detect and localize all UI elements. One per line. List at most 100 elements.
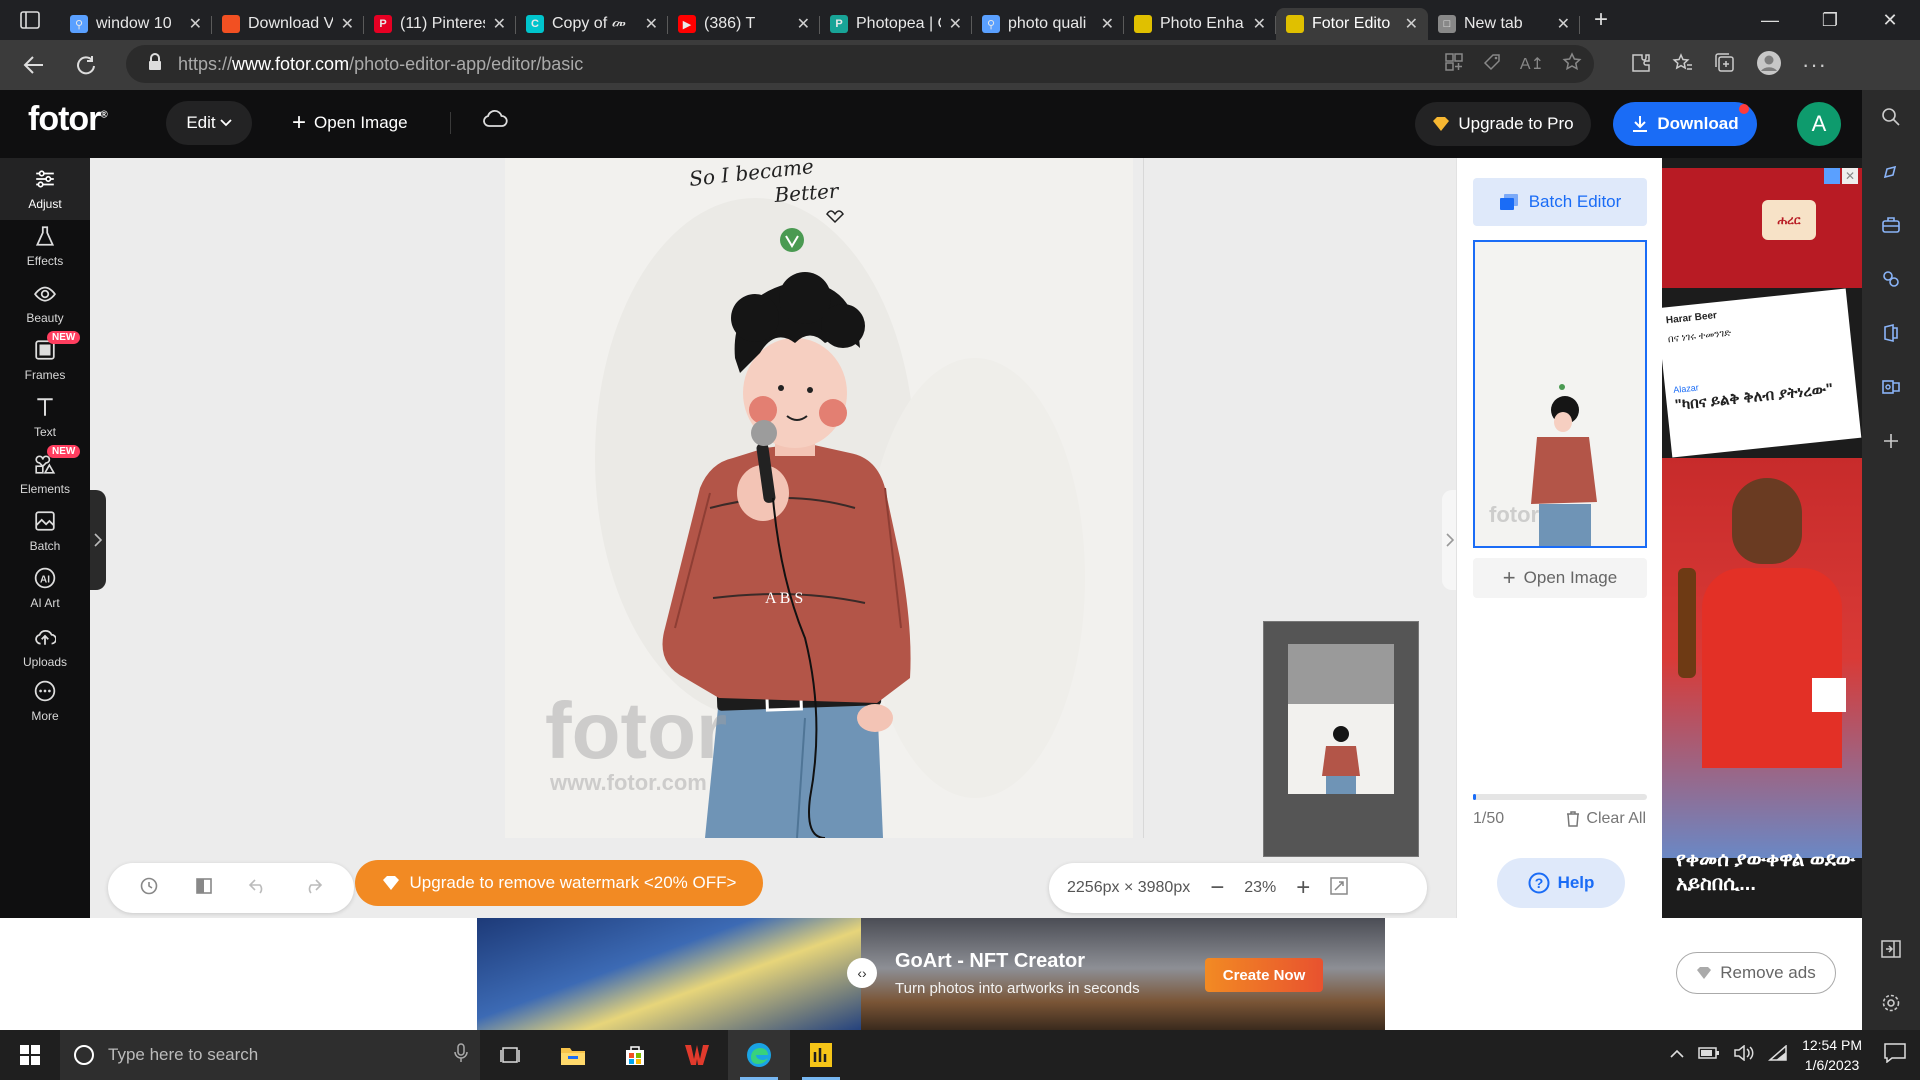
taskbar-wps[interactable]: [666, 1030, 728, 1080]
photo-canvas[interactable]: A B S So I became Better fotor www.fotor…: [505, 158, 1133, 838]
close-window-button[interactable]: ✕: [1860, 0, 1920, 40]
navigator-minimap[interactable]: [1263, 621, 1419, 857]
browser-tab[interactable]: P Photopea | C ✕: [820, 8, 972, 40]
browser-tab[interactable]: □ New tab ✕: [1428, 8, 1580, 40]
ad-create-now-button[interactable]: Create Now: [1205, 958, 1323, 992]
tool-elements[interactable]: Elements NEW: [0, 443, 90, 505]
browser-tab[interactable]: ▶ (386) T ✕: [668, 8, 820, 40]
settings-more-icon[interactable]: ···: [1802, 52, 1827, 78]
read-aloud-icon[interactable]: A↥: [1520, 54, 1544, 74]
wifi-icon[interactable]: [1768, 1043, 1788, 1066]
tool-ai-art[interactable]: AI AI Art: [0, 557, 90, 619]
profile-avatar-icon[interactable]: [1756, 50, 1782, 81]
sidebar-tools-icon[interactable]: [1862, 198, 1920, 252]
taskbar-pinned-app[interactable]: [790, 1030, 852, 1080]
browser-tab[interactable]: ⚲ window 10 ✕: [60, 8, 212, 40]
tool-uploads[interactable]: Uploads: [0, 616, 90, 678]
browser-tab[interactable]: Photo Enha ✕: [1124, 8, 1276, 40]
tool-text[interactable]: Text: [0, 386, 90, 448]
browser-tab[interactable]: Fotor Edito ✕: [1276, 8, 1428, 40]
cloud-save-icon[interactable]: [482, 110, 508, 133]
favorite-star-icon[interactable]: [1562, 51, 1582, 77]
new-tab-button[interactable]: +: [1580, 0, 1622, 40]
sidebar-games-icon[interactable]: [1862, 252, 1920, 306]
tool-frames[interactable]: Frames NEW: [0, 329, 90, 391]
browser-tab[interactable]: Download V ✕: [212, 8, 364, 40]
tab-actions-button[interactable]: [0, 0, 60, 40]
taskbar-file-explorer[interactable]: [542, 1030, 604, 1080]
close-tab-icon[interactable]: ✕: [645, 14, 658, 34]
sidebar-hide-icon[interactable]: [1862, 922, 1920, 976]
task-view-button[interactable]: [480, 1030, 542, 1080]
help-button[interactable]: ? Help: [1497, 858, 1625, 908]
show-hidden-icons[interactable]: [1670, 1046, 1684, 1064]
sidebar-outlook-icon[interactable]: [1862, 360, 1920, 414]
close-tab-icon[interactable]: ✕: [493, 14, 506, 34]
close-tab-icon[interactable]: ✕: [1557, 14, 1570, 34]
user-avatar[interactable]: A: [1797, 102, 1841, 146]
clear-all-button[interactable]: Clear All: [1566, 810, 1646, 828]
app-available-icon[interactable]: [1444, 52, 1464, 77]
compare-icon[interactable]: [194, 876, 214, 901]
batch-open-image-button[interactable]: + Open Image: [1473, 558, 1647, 598]
favorites-icon[interactable]: [1672, 52, 1694, 79]
remove-ads-button[interactable]: Remove ads: [1676, 952, 1836, 994]
minimap-viewport[interactable]: [1288, 644, 1394, 704]
side-advertisement[interactable]: ✕ ሐረር Harar Beer በና ነገሩ ተመንገድ Alazar "ካበ…: [1662, 158, 1862, 918]
extensions-icon[interactable]: [1630, 52, 1652, 79]
taskbar-store[interactable]: [604, 1030, 666, 1080]
collections-icon[interactable]: [1714, 52, 1736, 79]
history-icon[interactable]: [139, 876, 159, 901]
close-tab-icon[interactable]: ✕: [341, 14, 354, 34]
battery-icon[interactable]: [1698, 1046, 1720, 1065]
sidebar-office-icon[interactable]: [1862, 306, 1920, 360]
edit-menu-button[interactable]: Edit: [166, 101, 252, 145]
close-tab-icon[interactable]: ✕: [949, 14, 962, 34]
notifications-icon[interactable]: [1884, 1042, 1906, 1068]
tool-more[interactable]: More: [0, 670, 90, 732]
fit-screen-icon[interactable]: [1330, 876, 1349, 900]
close-tab-icon[interactable]: ✕: [189, 14, 202, 34]
reload-button[interactable]: [60, 45, 112, 85]
zoom-in-button[interactable]: +: [1296, 874, 1310, 902]
close-tab-icon[interactable]: ✕: [1101, 14, 1114, 34]
taskbar-search-box[interactable]: Type here to search: [60, 1030, 480, 1080]
zoom-level[interactable]: 23%: [1244, 879, 1276, 897]
close-tab-icon[interactable]: ✕: [797, 14, 810, 34]
close-tab-icon[interactable]: ✕: [1253, 14, 1266, 34]
start-button[interactable]: [0, 1030, 60, 1080]
open-image-button[interactable]: + Open Image: [292, 102, 408, 144]
sidebar-settings-icon[interactable]: [1862, 976, 1920, 1030]
tool-effects[interactable]: Effects: [0, 215, 90, 277]
browser-tab[interactable]: C Copy of መ ✕: [516, 8, 668, 40]
tool-adjust[interactable]: Adjust: [0, 158, 90, 220]
sidebar-search-icon[interactable]: [1862, 90, 1920, 144]
microphone-icon[interactable]: [454, 1042, 468, 1068]
back-button[interactable]: [8, 45, 60, 85]
address-bar[interactable]: https://www.fotor.com/photo-editor-app/e…: [126, 45, 1594, 83]
goart-banner-ad[interactable]: ‹› GoArt - NFT Creator Turn photos into …: [477, 918, 1385, 1030]
sidebar-discover-icon[interactable]: [1862, 144, 1920, 198]
volume-icon[interactable]: [1734, 1043, 1754, 1066]
maximize-button[interactable]: ❐: [1800, 0, 1860, 40]
minimize-button[interactable]: —: [1740, 0, 1800, 40]
redo-icon[interactable]: [303, 878, 323, 899]
fotor-logo[interactable]: fotor®: [28, 100, 108, 139]
browser-tab[interactable]: ⚲ photo quali ✕: [972, 8, 1124, 40]
upgrade-to-pro-button[interactable]: Upgrade to Pro: [1415, 102, 1591, 146]
batch-editor-button[interactable]: Batch Editor: [1473, 178, 1647, 226]
browser-tab[interactable]: P (11) Pinterest ✕: [364, 8, 516, 40]
close-tab-icon[interactable]: ✕: [1405, 14, 1418, 34]
remove-watermark-button[interactable]: Upgrade to remove watermark <20% OFF>: [355, 860, 763, 906]
taskbar-clock[interactable]: 12:54 PM 1/6/2023: [1802, 1035, 1862, 1075]
zoom-out-button[interactable]: −: [1210, 874, 1224, 902]
undo-icon[interactable]: [248, 878, 268, 899]
taskbar-edge[interactable]: [728, 1030, 790, 1080]
download-button[interactable]: Download: [1613, 102, 1757, 146]
tool-batch[interactable]: Batch: [0, 500, 90, 562]
shopping-tag-icon[interactable]: [1482, 52, 1502, 77]
batch-image-thumbnail[interactable]: fotor: [1473, 240, 1647, 548]
ad-close-icons[interactable]: ✕: [1824, 168, 1858, 184]
expand-left-panel-button[interactable]: [90, 490, 106, 590]
sidebar-add-icon[interactable]: [1862, 414, 1920, 468]
